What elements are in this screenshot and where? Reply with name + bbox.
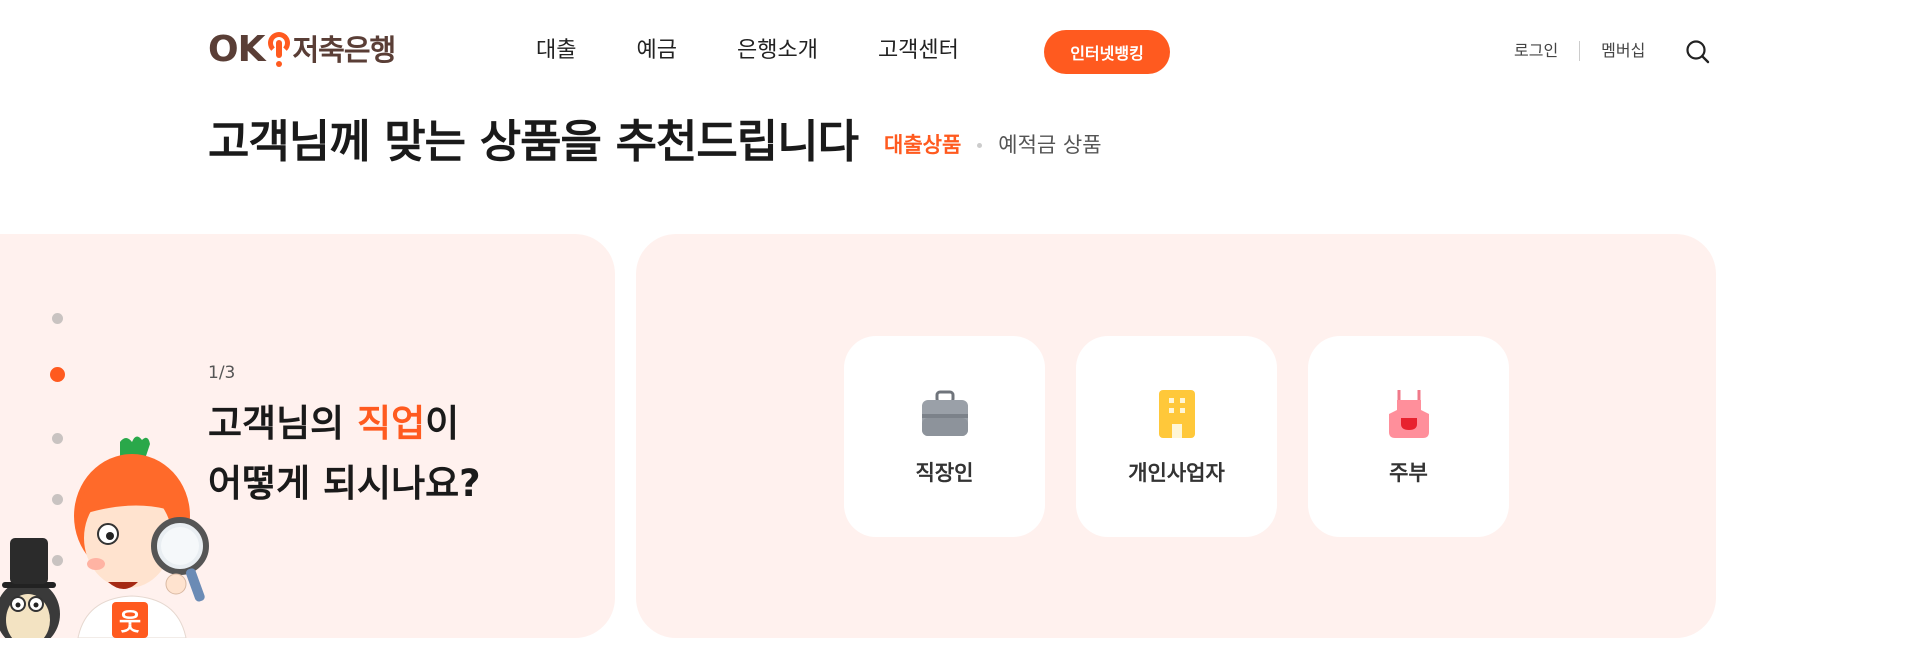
step-indicator-dot-active[interactable] — [50, 367, 65, 382]
option-card-employee[interactable]: 직장인 — [844, 336, 1045, 537]
mascot-illustration: 웃 — [0, 436, 209, 638]
ok-savings-bank-logo[interactable]: OK 저축은행 — [208, 28, 397, 72]
option-card-homemaker[interactable]: 주부 — [1308, 336, 1509, 537]
logo-exclaim-icon — [267, 30, 290, 70]
option-label: 주부 — [1389, 461, 1428, 485]
tab-loan-products[interactable]: 대출상품 — [884, 130, 961, 160]
utility-links: 로그인 멤버십 — [1514, 38, 1645, 64]
nav-item-deposit[interactable]: 예금 — [636, 30, 676, 72]
nav-item-loan[interactable]: 대출 — [536, 30, 576, 72]
site-header: OK 저축은행 대출 예금 은행소개 고객센터 인터넷뱅킹 로그인 멤버십 — [0, 0, 1917, 104]
carrot-mascot-icon: 웃 — [74, 436, 209, 638]
login-link[interactable]: 로그인 — [1514, 38, 1558, 64]
divider — [1579, 41, 1581, 61]
option-label: 개인사업자 — [1128, 461, 1225, 485]
logo-name: 저축은행 — [292, 33, 397, 67]
building-icon — [1158, 390, 1195, 438]
main-nav: 대출 예금 은행소개 고객센터 — [536, 30, 959, 72]
svg-text:웃: 웃 — [119, 608, 141, 636]
question-line-2: 어떻게 되시나요? — [208, 462, 481, 505]
question-suffix: 이 — [425, 402, 460, 445]
option-card-self-employed[interactable]: 개인사업자 — [1076, 336, 1277, 537]
question-prefix: 고객님의 — [208, 402, 358, 445]
product-tabs: 대출상품 예적금 상품 — [884, 130, 1102, 160]
step-indicator-dot[interactable] — [52, 313, 63, 324]
briefcase-icon — [921, 390, 968, 436]
page-title: 고객님께 맞는 상품을 추천드립니다 — [208, 115, 859, 168]
tab-separator-dot — [977, 142, 983, 148]
nav-item-customer-center[interactable]: 고객센터 — [878, 30, 959, 72]
tab-savings-products[interactable]: 예적금 상품 — [998, 130, 1101, 160]
logo-brand: OK — [208, 29, 265, 70]
internet-banking-button[interactable]: 인터넷뱅킹 — [1044, 30, 1170, 74]
step-counter: 1/3 — [208, 363, 236, 383]
occupation-options: 직장인 개인사업자 주부 — [844, 336, 1509, 537]
question-panel: 1/3 고객님의 직업이 어떻게 되시나요? 웃 — [0, 234, 615, 638]
options-panel: 직장인 개인사업자 주부 — [636, 234, 1716, 638]
question-highlight: 직업 — [357, 402, 426, 445]
top-hat-mascot-icon — [0, 538, 60, 638]
option-label: 직장인 — [915, 461, 974, 485]
apron-icon — [1388, 390, 1429, 438]
membership-link[interactable]: 멤버십 — [1601, 38, 1645, 64]
question-text: 고객님의 직업이 어떻게 되시나요? — [208, 394, 481, 514]
search-icon[interactable] — [1684, 38, 1712, 66]
nav-item-about[interactable]: 은행소개 — [737, 30, 818, 72]
